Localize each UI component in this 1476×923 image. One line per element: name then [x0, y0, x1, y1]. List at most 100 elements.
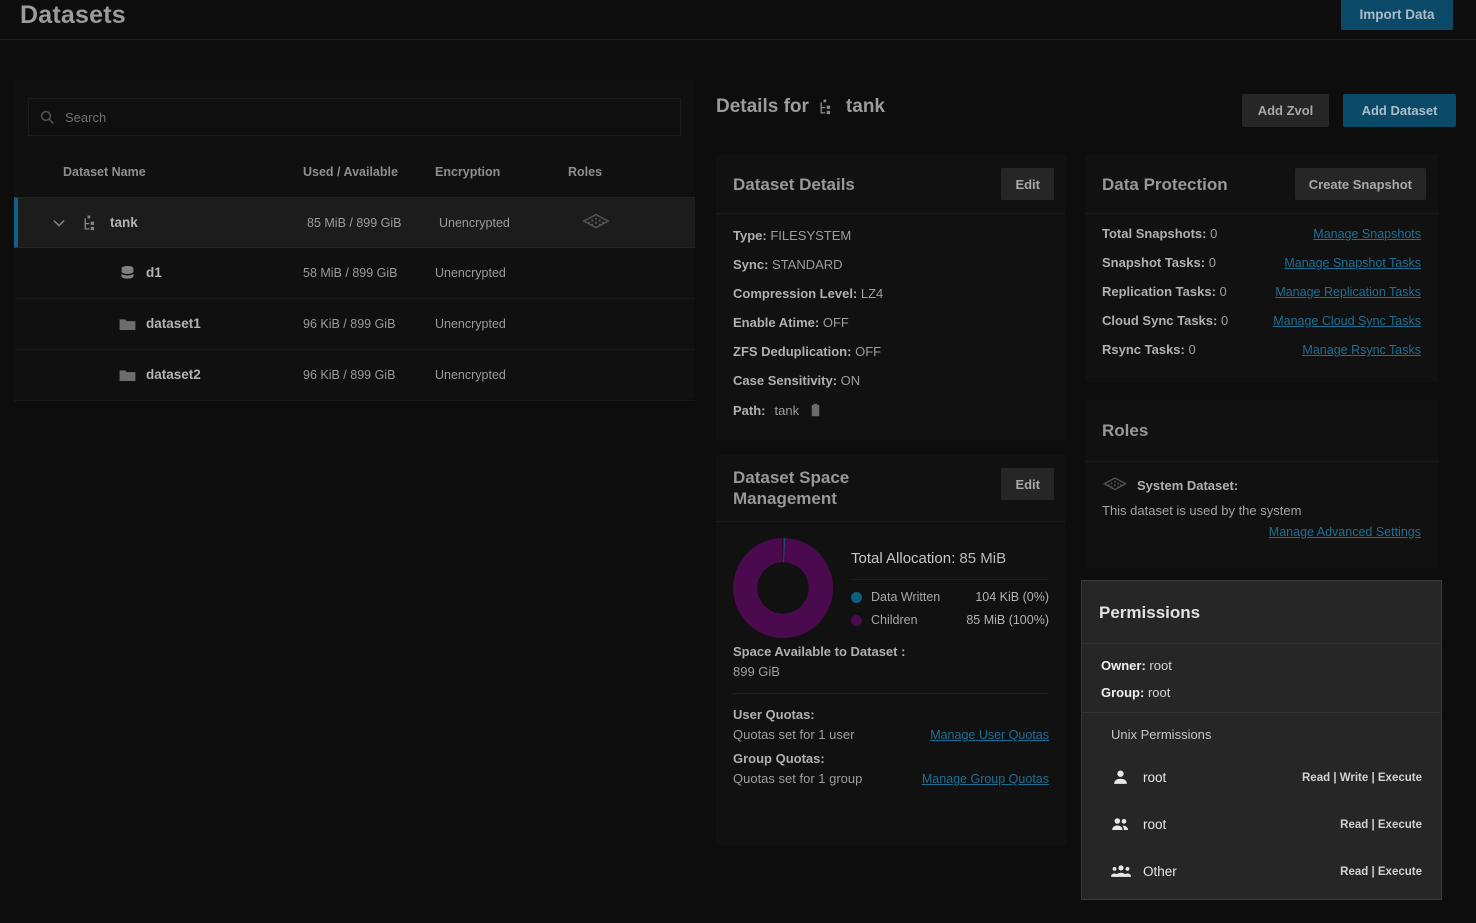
- row-value: 0: [1209, 255, 1216, 270]
- row-label: Total Snapshots:: [1102, 226, 1206, 241]
- manage-snapshot-tasks-link[interactable]: Manage Snapshot Tasks: [1284, 256, 1421, 270]
- card-title: Dataset Space Management: [733, 467, 908, 509]
- tree-row-name: d1: [146, 265, 162, 280]
- tree-row-dataset1[interactable]: dataset1 96 KiB / 899 GiB Unencrypted: [14, 299, 695, 350]
- field-label: Type:: [733, 228, 767, 243]
- permissions-card: Permissions Owner: root Group: root Unix…: [1081, 580, 1442, 900]
- permission-row-owner: root Read | Write | Execute: [1111, 754, 1422, 801]
- tree-row-d1[interactable]: d1 58 MiB / 899 GiB Unencrypted: [14, 248, 695, 299]
- row-text: Cloud Sync Tasks: 0: [1102, 313, 1228, 328]
- permissions-owner-block: Owner: root Group: root: [1082, 644, 1441, 700]
- legend-dot-icon: [851, 615, 862, 626]
- row-value: 0: [1221, 313, 1228, 328]
- edit-dataset-details-button[interactable]: Edit: [1001, 168, 1054, 200]
- label-text: User Quotas:: [733, 707, 815, 722]
- legend-dot-icon: [851, 592, 862, 603]
- data-protection-card: Data Protection Create Snapshot Total Sn…: [1085, 155, 1438, 382]
- tree-row-used: 58 MiB / 899 GiB: [303, 266, 398, 280]
- search-icon: [39, 109, 55, 125]
- legend-value: 85 MiB (100%): [966, 613, 1049, 627]
- manage-advanced-settings-link[interactable]: Manage Advanced Settings: [1241, 525, 1421, 539]
- roles-card: Roles System Dataset: This dataset is us…: [1085, 400, 1438, 568]
- row-text: Rsync Tasks: 0: [1102, 342, 1196, 357]
- manage-user-quotas-link[interactable]: Manage User Quotas: [930, 728, 1049, 742]
- field-label: Compression Level:: [733, 286, 857, 301]
- row-snapshot-tasks: Snapshot Tasks: 0 Manage Snapshot Tasks: [1102, 255, 1421, 270]
- owner-value: root: [1149, 658, 1171, 673]
- roles-description: This dataset is used by the system: [1102, 503, 1421, 518]
- manage-snapshots-link[interactable]: Manage Snapshots: [1313, 227, 1421, 241]
- tree-row-used: 85 MiB / 899 GiB: [307, 216, 402, 230]
- system-dataset-row: System Dataset:: [1102, 476, 1421, 494]
- manage-replication-tasks-link[interactable]: Manage Replication Tasks: [1275, 285, 1421, 299]
- tree-row-name: dataset2: [146, 367, 201, 382]
- add-zvol-button[interactable]: Add Zvol: [1242, 94, 1329, 127]
- field-compression-level: Compression Level: LZ4: [733, 286, 1049, 301]
- column-header-encryption: Encryption: [435, 165, 500, 179]
- space-allocation-chart: Total Allocation: 85 MiB Data Written 10…: [716, 522, 1066, 638]
- card-title: Roles: [1102, 420, 1148, 441]
- label-text: Group Quotas:: [733, 751, 825, 766]
- user-quotas-value: Quotas set for 1 user: [733, 727, 854, 742]
- field-label: Enable Atime:: [733, 315, 819, 330]
- permission-access: Read | Execute: [1340, 866, 1422, 878]
- row-total-snapshots: Total Snapshots: 0 Manage Snapshots: [1102, 226, 1421, 241]
- tree-row-dataset2[interactable]: dataset2 96 KiB / 899 GiB Unencrypted: [14, 350, 695, 401]
- add-dataset-button[interactable]: Add Dataset: [1343, 94, 1456, 127]
- legend-label: Data Written: [871, 590, 975, 604]
- tree-row-used: 96 KiB / 899 GiB: [303, 317, 395, 331]
- legend-item-children: Children 85 MiB (100%): [851, 613, 1049, 627]
- folder-icon: [118, 366, 137, 385]
- details-heading-name: tank: [846, 96, 885, 118]
- owner-label: Owner:: [1101, 658, 1146, 673]
- manage-cloud-sync-tasks-link[interactable]: Manage Cloud Sync Tasks: [1273, 314, 1421, 328]
- manage-group-quotas-link[interactable]: Manage Group Quotas: [922, 772, 1049, 786]
- row-value: 0: [1188, 342, 1195, 357]
- field-value: STANDARD: [772, 257, 843, 272]
- folder-icon: [118, 315, 137, 334]
- create-snapshot-button[interactable]: Create Snapshot: [1295, 168, 1426, 200]
- tree-row-encryption: Unencrypted: [439, 216, 510, 230]
- edit-space-management-button[interactable]: Edit: [1001, 468, 1054, 500]
- import-data-button[interactable]: Import Data: [1341, 0, 1453, 30]
- top-bar: Datasets Import Data: [0, 0, 1476, 40]
- row-rsync-tasks: Rsync Tasks: 0 Manage Rsync Tasks: [1102, 342, 1421, 357]
- permission-name: root: [1143, 817, 1340, 832]
- data-protection-rows: Total Snapshots: 0 Manage Snapshots Snap…: [1085, 214, 1438, 357]
- space-available-label: Space Available to Dataset :: [733, 644, 1049, 659]
- permissions-header: Permissions: [1082, 581, 1441, 644]
- chevron-down-icon[interactable]: [51, 215, 67, 231]
- permission-access: Read | Execute: [1340, 819, 1422, 831]
- roles-body: System Dataset: This dataset is used by …: [1085, 462, 1438, 539]
- group-quotas-row: Quotas set for 1 group Manage Group Quot…: [733, 771, 1049, 786]
- group-label: Group:: [1101, 685, 1144, 700]
- row-text: Total Snapshots: 0: [1102, 226, 1217, 241]
- unix-permission-rows: root Read | Write | Execute root Read | …: [1082, 742, 1441, 895]
- field-label: Path:: [733, 403, 766, 418]
- card-title: Permissions: [1099, 602, 1200, 623]
- manage-rsync-tasks-link[interactable]: Manage Rsync Tasks: [1302, 343, 1421, 357]
- search-input[interactable]: [65, 110, 670, 125]
- field-type: Type: FILESYSTEM: [733, 228, 1049, 243]
- user-icon: [1111, 768, 1130, 787]
- search-box[interactable]: [28, 98, 681, 136]
- permission-row-group: root Read | Execute: [1111, 801, 1422, 848]
- page-title: Datasets: [20, 1, 126, 30]
- roles-header: Roles: [1085, 400, 1438, 462]
- dataset-tree-panel: Dataset Name Used / Available Encryption…: [14, 80, 695, 398]
- unix-permissions-label: Unix Permissions: [1082, 713, 1441, 742]
- tree-row-tank[interactable]: tank 85 MiB / 899 GiB Unencrypted: [14, 197, 695, 248]
- field-path: Path: tank: [733, 402, 1049, 418]
- tree-column-headers: Dataset Name Used / Available Encryption…: [14, 160, 695, 192]
- permission-row-other: Other Read | Execute: [1111, 848, 1422, 895]
- allocation-legend: Total Allocation: 85 MiB Data Written 10…: [851, 538, 1049, 636]
- user-quotas-row: Quotas set for 1 user Manage User Quotas: [733, 727, 1049, 742]
- card-title: Data Protection: [1102, 174, 1228, 195]
- row-value: 0: [1220, 284, 1227, 299]
- total-allocation-label: Total Allocation:: [851, 550, 955, 567]
- row-label: Rsync Tasks:: [1102, 342, 1185, 357]
- space-available-value: 899 GiB: [733, 664, 1049, 679]
- group-quotas-label: Group Quotas:: [733, 751, 1049, 766]
- copy-icon[interactable]: [808, 402, 823, 418]
- group-icon: [1111, 815, 1130, 834]
